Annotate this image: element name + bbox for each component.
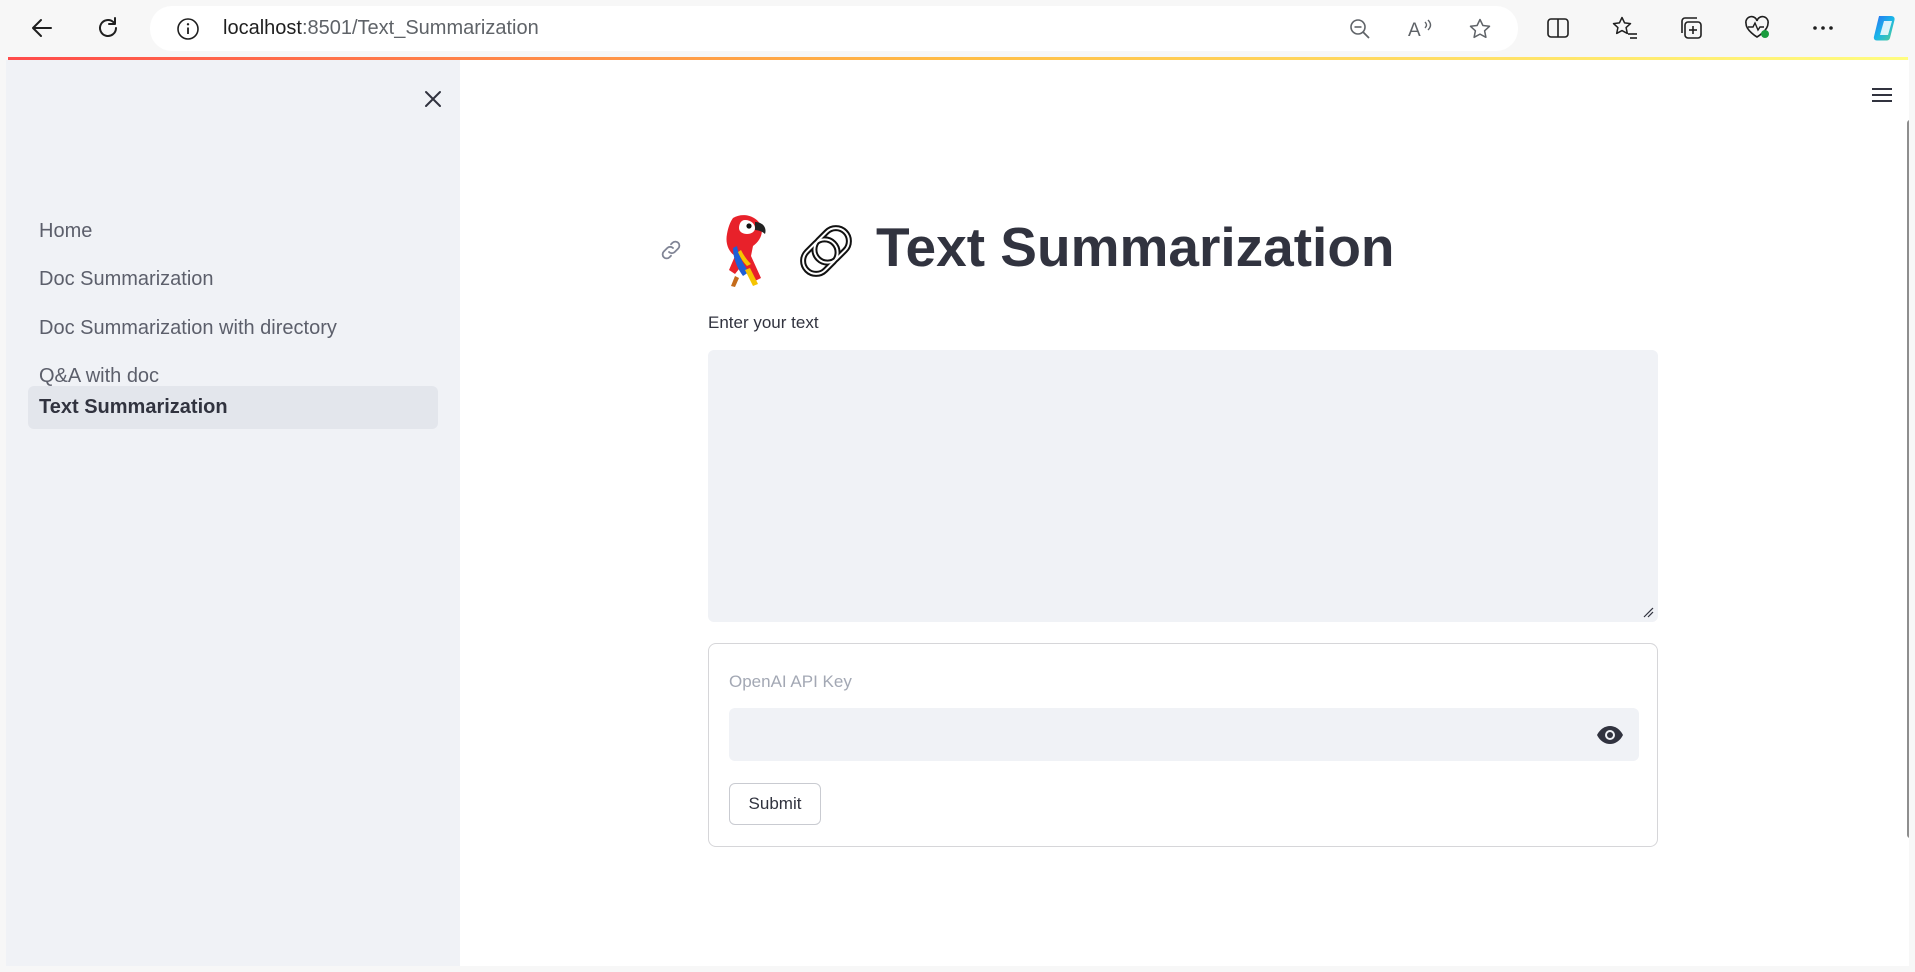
favorites-button[interactable] (1607, 10, 1643, 46)
parrot-icon (726, 215, 766, 287)
back-button[interactable] (24, 10, 60, 46)
api-key-label: OpenAI API Key (729, 672, 852, 691)
sidebar-item-label: Doc Summarization (39, 268, 214, 290)
sidebar-item-doc-summarization[interactable]: Doc Summarization (28, 258, 438, 301)
show-password-button[interactable] (1595, 720, 1625, 750)
url-text[interactable]: localhost:8501/Text_Summarization (223, 17, 539, 40)
close-icon (425, 91, 441, 107)
collections-button[interactable] (1673, 10, 1709, 46)
read-aloud-icon[interactable]: A (1406, 15, 1434, 43)
submit-button[interactable]: Submit (729, 783, 821, 825)
api-key-form: OpenAI API Key Submit (708, 643, 1658, 847)
title-emojis (711, 210, 861, 290)
page-title: Text Summarization (876, 216, 1395, 278)
url-path: :8501/Text_Summarization (301, 17, 539, 39)
sidebar-item-doc-summarization-directory[interactable]: Doc Summarization with directory (28, 307, 438, 350)
text-input-area[interactable] (708, 350, 1658, 622)
sidebar-item-home[interactable]: Home (28, 210, 438, 253)
sidebar-item-label: Home (39, 220, 93, 242)
browser-essentials-button[interactable] (1739, 10, 1775, 46)
sidebar-close-button[interactable] (414, 80, 452, 118)
favorites-icon (1612, 16, 1637, 39)
title-anchor-link[interactable] (656, 235, 686, 265)
address-bar[interactable]: localhost:8501/Text_Summarization A (150, 6, 1518, 51)
zoom-out-icon[interactable] (1346, 15, 1374, 43)
link-icon (661, 240, 681, 260)
main-menu-button[interactable] (1865, 78, 1899, 112)
split-screen-icon (1547, 18, 1569, 38)
eye-icon (1597, 726, 1623, 744)
resize-handle-icon[interactable] (1642, 606, 1654, 618)
site-info-icon[interactable] (174, 15, 202, 43)
refresh-icon (99, 17, 117, 37)
heart-pulse-icon (1745, 15, 1769, 38)
api-key-input[interactable] (729, 708, 1639, 761)
sidebar: Home Doc Summarization Doc Summarization… (6, 60, 460, 966)
scrollbar[interactable] (1907, 120, 1909, 838)
sidebar-item-label: Text Summarization (39, 396, 228, 418)
copilot-button[interactable] (1868, 10, 1904, 46)
sidebar-item-label: Q&A with doc (39, 365, 160, 387)
text-input-label: Enter your text (708, 313, 819, 332)
back-arrow-icon (32, 19, 52, 37)
url-host: localhost (223, 17, 302, 39)
ellipsis-icon (1813, 26, 1833, 30)
copilot-icon (1873, 16, 1895, 41)
refresh-button[interactable] (90, 10, 126, 46)
sidebar-item-label: Doc Summarization with directory (39, 317, 337, 339)
chain-link-icon (800, 225, 852, 277)
sidebar-item-text-summarization[interactable]: Text Summarization (28, 386, 438, 429)
collections-icon (1681, 17, 1702, 39)
svg-text:A: A (1408, 20, 1421, 41)
browser-toolbar: localhost:8501/Text_Summarization A (0, 0, 1915, 57)
hamburger-menu-icon (1872, 88, 1892, 102)
favorite-star-icon[interactable] (1466, 15, 1494, 43)
split-screen-button[interactable] (1540, 10, 1576, 46)
more-options-button[interactable] (1805, 10, 1841, 46)
app-page: Home Doc Summarization Doc Summarization… (6, 60, 1909, 966)
